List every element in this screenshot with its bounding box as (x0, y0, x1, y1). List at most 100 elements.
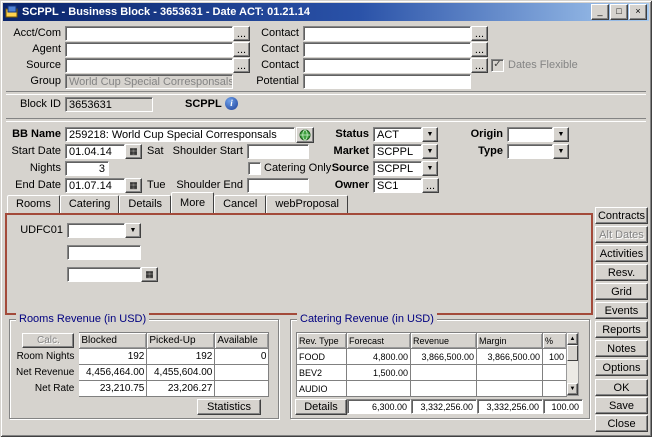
nights-field[interactable]: 3 (65, 161, 109, 176)
udfc01-dropdown-button[interactable]: ▼ (125, 223, 141, 238)
reports-button[interactable]: Reports (595, 321, 648, 338)
grid-button[interactable]: Grid (595, 283, 648, 300)
info-icon[interactable]: i (225, 97, 238, 110)
agent-label: Agent (3, 42, 61, 57)
cell-forecast (347, 381, 411, 397)
contracts-button[interactable]: Contracts (595, 207, 648, 224)
block-id-field: 3653631 (65, 97, 153, 112)
dates-flexible-checkbox: ✓ (491, 59, 504, 72)
status-field[interactable]: ACT (373, 127, 422, 142)
catering-revenue-title: Catering Revenue (in USD) (297, 313, 437, 326)
scroll-up-button[interactable]: ▲ (567, 333, 578, 345)
block-id-label: Block ID (3, 97, 61, 112)
shoulder-start-label: Shoulder Start (161, 144, 243, 159)
status-dropdown-button[interactable]: ▼ (422, 127, 438, 142)
cell-net-revenue-picked-up: 4,455,604.00 (147, 365, 215, 381)
ellipsis-icon: ... (475, 28, 484, 40)
cell-pct (543, 381, 567, 397)
options-button[interactable]: Options (595, 359, 648, 376)
udfc01-label: UDFC01 (17, 223, 63, 238)
start-date-calendar-button[interactable]: ▦ (125, 144, 142, 159)
tab-details[interactable]: Details (119, 195, 171, 213)
ellipsis-icon: ... (475, 60, 484, 72)
bb-name-field[interactable]: 259218: World Cup Special Corresponsals (65, 127, 295, 142)
start-date-field[interactable]: 01.04.14 (65, 144, 125, 159)
titlebar: SCPPL - Business Block - 3653631 - Date … (3, 3, 649, 21)
catering-only-checkbox[interactable] (248, 162, 261, 175)
rooms-revenue-title: Rooms Revenue (in USD) (16, 313, 149, 326)
alt-dates-button: Alt Dates (595, 226, 648, 243)
save-button[interactable]: Save (595, 397, 648, 414)
cell-revenue: 3,866,500.00 (411, 349, 477, 365)
calendar-icon: ▦ (129, 147, 138, 156)
details-button[interactable]: Details (295, 399, 347, 415)
owner-label: Owner (303, 178, 369, 193)
contact-browse-button-1[interactable]: ... (471, 26, 488, 41)
catering-row-audio[interactable]: AUDIO (297, 381, 567, 397)
start-date-label: Start Date (3, 144, 61, 159)
minimize-button[interactable]: _ (591, 4, 609, 20)
maximize-button[interactable]: □ (610, 4, 628, 20)
udf-calendar-button[interactable]: ▦ (141, 267, 158, 282)
chevron-down-icon: ▼ (427, 165, 434, 172)
scroll-down-icon: ▼ (570, 386, 576, 392)
catering-table-scrollbar[interactable]: ▲ ▼ (566, 332, 579, 396)
contact-label-3: Contact (241, 58, 299, 73)
tab-webproposal[interactable]: webProposal (266, 195, 348, 213)
market-field[interactable]: SCPPL (373, 144, 422, 159)
statistics-button[interactable]: Statistics (197, 399, 261, 415)
potential-field[interactable] (303, 74, 471, 89)
catering-row-food[interactable]: FOOD 4,800.00 3,866,500.00 3,866,500.00 … (297, 349, 567, 365)
end-date-calendar-button[interactable]: ▦ (125, 178, 142, 193)
chevron-down-icon: ▼ (130, 227, 137, 234)
cell-type: FOOD (297, 349, 347, 365)
scrollbar-thumb[interactable] (567, 345, 578, 361)
shoulder-start-field[interactable] (247, 144, 309, 159)
type-dropdown-button[interactable]: ▼ (553, 144, 569, 159)
resv-button[interactable]: Resv. (595, 264, 648, 281)
owner-browse-button[interactable]: ... (422, 178, 439, 193)
catering-row-bev2[interactable]: BEV2 1,500.00 (297, 365, 567, 381)
cell-margin (477, 365, 543, 381)
acct-com-field[interactable] (65, 26, 233, 41)
udf-field-2[interactable] (67, 245, 141, 260)
tab-rooms[interactable]: Rooms (7, 195, 60, 213)
close-button-side[interactable]: Close (595, 415, 648, 432)
source-dropdown-button[interactable]: ▼ (422, 161, 438, 176)
origin-label: Origin (441, 127, 503, 142)
contact-field-3[interactable] (303, 58, 471, 73)
catering-revenue-group: Catering Revenue (in USD) Rev. Type Fore… (290, 319, 590, 419)
source-account-field[interactable] (65, 58, 233, 73)
notes-button[interactable]: Notes (595, 340, 648, 357)
shoulder-end-field[interactable] (247, 178, 309, 193)
type-field[interactable] (507, 144, 553, 159)
events-button[interactable]: Events (595, 302, 648, 319)
close-button[interactable]: × (629, 4, 647, 20)
activities-button[interactable]: Activities (595, 245, 648, 262)
separator (6, 118, 646, 122)
type-label: Type (441, 144, 503, 159)
origin-dropdown-button[interactable]: ▼ (553, 127, 569, 142)
group-label: Group (3, 74, 61, 89)
end-date-field[interactable]: 01.07.14 (65, 178, 125, 193)
tab-catering[interactable]: Catering (60, 195, 120, 213)
owner-field[interactable]: SC1 (373, 178, 422, 193)
rooms-revenue-table: Calc. Blocked Picked-Up Available Room N… (13, 332, 269, 397)
contact-field-2[interactable] (303, 42, 471, 57)
contact-browse-button-2[interactable]: ... (471, 42, 488, 57)
udf-field-3[interactable] (67, 267, 141, 282)
tab-more[interactable]: More (171, 192, 214, 213)
udfc01-field[interactable] (67, 223, 125, 238)
origin-field[interactable] (507, 127, 553, 142)
agent-field[interactable] (65, 42, 233, 57)
contact-label-2: Contact (241, 42, 299, 57)
contact-field-1[interactable] (303, 26, 471, 41)
total-pct-field: 100.00 (543, 399, 583, 414)
ok-button[interactable]: OK (595, 379, 648, 396)
market-dropdown-button[interactable]: ▼ (422, 144, 438, 159)
source-field[interactable]: SCPPL (373, 161, 422, 176)
contact-browse-button-3[interactable]: ... (471, 58, 488, 73)
calc-button: Calc. (22, 333, 74, 348)
tab-cancel[interactable]: Cancel (214, 195, 266, 213)
scroll-down-button[interactable]: ▼ (567, 383, 578, 395)
